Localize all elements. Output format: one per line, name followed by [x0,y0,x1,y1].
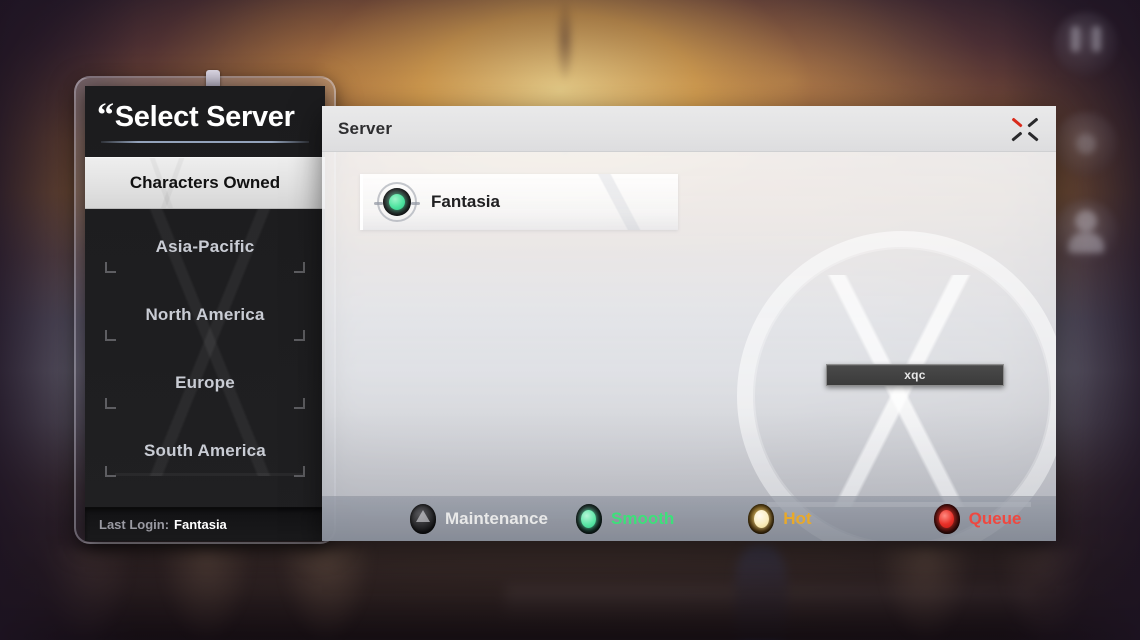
last-login-label: Last Login: [99,517,170,532]
sidebar-title-row: “ Select Server [85,97,325,134]
legend-label: Queue [968,509,1022,528]
sidebar-item-europe[interactable]: Europe [85,349,325,417]
server-name-label: Fantasia [431,192,500,211]
horns-icon [1054,12,1118,76]
server-panel: Server Fantasia xqc Maintenance Smooth H… [322,106,1056,541]
corner-bracket-icon [294,398,305,410]
legend-item-queue: Queue [933,504,1022,534]
corner-bracket-icon [105,330,116,342]
last-login-bar: Last Login: Fantasia [85,507,325,541]
server-panel-title: Server [338,118,393,138]
sidebar-item-label: Europe [175,373,235,393]
server-panel-header: Server [322,106,1056,152]
tooltip-xqc: xqc [826,364,1004,386]
region-list: Asia-Pacific North America Europe South … [85,209,325,507]
tooltip-text: xqc [904,368,926,382]
close-x-icon[interactable] [1008,114,1042,144]
corner-bracket-icon [294,330,305,342]
corner-bracket-icon [105,466,116,478]
server-list-item-fantasia[interactable]: Fantasia [360,174,678,230]
sidebar-item-south-america[interactable]: South America [85,417,325,485]
sidebar-header: “ Select Server [85,86,325,144]
page-title: Select Server [114,101,295,133]
tab-characters-owned[interactable]: Characters Owned [85,157,325,210]
sidebar-item-label: North America [145,305,265,325]
quote-mark-icon: “ [97,97,114,134]
legend-label: Maintenance [445,509,548,528]
legend-item-maintenance: Maintenance [410,504,548,534]
tab-characters-owned-label: Characters Owned [129,173,281,193]
legend-label: Smooth [610,509,675,528]
title-underline-divider [101,141,309,144]
last-login-value: Fantasia [174,517,227,532]
sidebar-item-label: South America [144,441,266,461]
character-icon [1054,200,1118,264]
select-server-sidebar: “ Select Server Characters Owned Asia-Pa… [85,86,325,541]
sidebar-item-label: Asia-Pacific [155,237,255,257]
server-list: Fantasia xqc [322,152,1056,496]
legend-label: Hot [783,509,812,528]
legend-item-hot: Hot [748,504,812,534]
smooth-gem-icon [575,504,602,534]
corner-bracket-icon [294,466,305,478]
server-status-gem-icon [374,182,420,222]
corner-bracket-icon [105,262,116,274]
hot-gem-icon [748,504,775,534]
corner-bracket-icon [105,398,116,410]
maintenance-gem-icon [410,504,436,534]
ring-icon [1054,112,1118,176]
queue-gem-icon [933,504,960,534]
sidebar-item-asia-pacific[interactable]: Asia-Pacific [85,213,325,281]
legend-item-smooth: Smooth [575,504,675,534]
sidebar-item-north-america[interactable]: North America [85,281,325,349]
corner-bracket-icon [294,262,305,274]
status-legend-bar: Maintenance Smooth Hot Queue [322,496,1056,541]
